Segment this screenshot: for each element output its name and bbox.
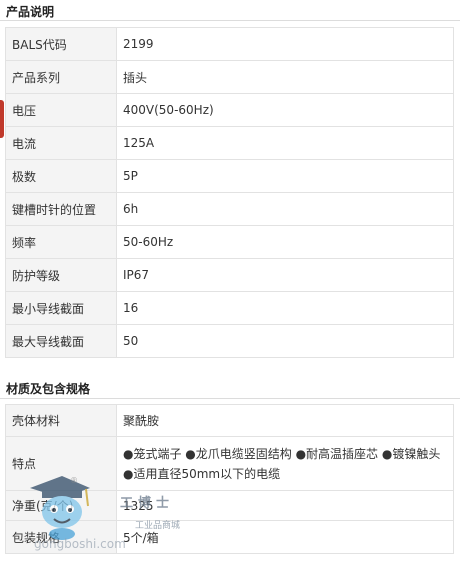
section-title-material: 材质及包含规格 — [6, 382, 91, 396]
table-row: 电压 400V(50-60Hz) — [5, 93, 454, 127]
section-divider — [0, 20, 460, 21]
table-row: 包装规格 5个/箱 — [5, 520, 454, 554]
table-row: 频率 50-60Hz — [5, 225, 454, 259]
spec-key: 特点 — [5, 436, 117, 491]
spec-key: 频率 — [5, 225, 117, 259]
spec-key: 最大导线截面 — [5, 324, 117, 358]
left-edge-accent — [0, 100, 4, 138]
section-divider — [0, 398, 460, 399]
table-row: 极数 5P — [5, 159, 454, 193]
table-row: 电流 125A — [5, 126, 454, 160]
spec-key: 包装规格 — [5, 520, 117, 554]
spec-value: 400V(50-60Hz) — [116, 93, 454, 127]
table-row: 壳体材料 聚酰胺 — [5, 404, 454, 437]
spec-key: 电流 — [5, 126, 117, 160]
spec-value: 50 — [116, 324, 454, 358]
section-title-product: 产品说明 — [6, 5, 55, 19]
spec-value: 5个/箱 — [116, 520, 454, 554]
spec-key: 极数 — [5, 159, 117, 193]
spec-value: 50-60Hz — [116, 225, 454, 259]
spec-key: 净重(克/个) — [5, 490, 117, 521]
table-row: 最大导线截面 50 — [5, 324, 454, 358]
table-row: BALS代码 2199 — [5, 27, 454, 61]
spec-value: 6h — [116, 192, 454, 226]
spec-value: 125A — [116, 126, 454, 160]
table-row: 净重(克/个) 1325 — [5, 490, 454, 521]
spec-value: IP67 — [116, 258, 454, 292]
spec-value: 5P — [116, 159, 454, 193]
spec-value: 1325 — [116, 490, 454, 521]
table-row: 键槽时针的位置 6h — [5, 192, 454, 226]
spec-value: 16 — [116, 291, 454, 325]
spec-value: 2199 — [116, 27, 454, 61]
spec-value: 聚酰胺 — [116, 404, 454, 437]
table-row: 最小导线截面 16 — [5, 291, 454, 325]
spec-key: 电压 — [5, 93, 117, 127]
spec-key: 最小导线截面 — [5, 291, 117, 325]
spec-key: 防护等级 — [5, 258, 117, 292]
spec-key: 壳体材料 — [5, 404, 117, 437]
spec-value-features: ●笼式端子 ●龙爪电缆竖固结构 ●耐高温插座芯 ●镀镍触头 ●适用直径50mm以… — [116, 436, 454, 491]
table-row: 产品系列 插头 — [5, 60, 454, 94]
spec-key: BALS代码 — [5, 27, 117, 61]
material-spec-table: 壳体材料 聚酰胺 特点 ●笼式端子 ●龙爪电缆竖固结构 ●耐高温插座芯 ●镀镍触… — [5, 404, 454, 554]
spec-key: 产品系列 — [5, 60, 117, 94]
product-spec-table: BALS代码 2199 产品系列 插头 电压 400V(50-60Hz) 电流 … — [5, 27, 454, 358]
table-row: 防护等级 IP67 — [5, 258, 454, 292]
spec-value: 插头 — [116, 60, 454, 94]
table-row: 特点 ●笼式端子 ●龙爪电缆竖固结构 ●耐高温插座芯 ●镀镍触头 ●适用直径50… — [5, 436, 454, 491]
spec-key: 键槽时针的位置 — [5, 192, 117, 226]
